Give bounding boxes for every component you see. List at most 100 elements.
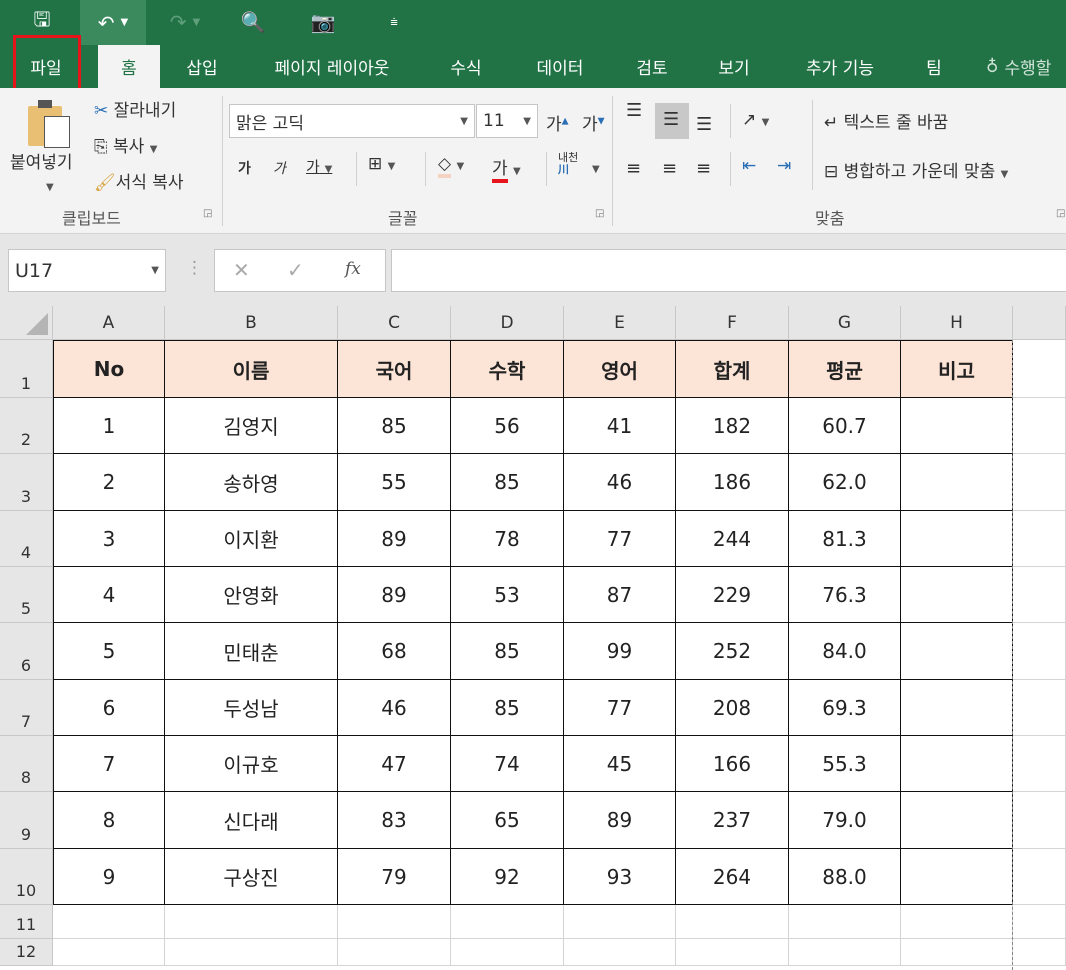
borders-button[interactable]: ⊞ ▼: [368, 154, 395, 174]
cell[interactable]: 구상진: [165, 849, 338, 905]
cell[interactable]: [901, 623, 1013, 680]
cell[interactable]: 84.0: [789, 623, 901, 680]
formula-input[interactable]: [391, 249, 1066, 292]
cell[interactable]: [901, 680, 1013, 736]
cell[interactable]: [1013, 454, 1066, 511]
cell[interactable]: 4: [53, 567, 165, 623]
cell[interactable]: 69.3: [789, 680, 901, 736]
dialog-launcher-icon[interactable]: ◲: [1056, 208, 1065, 219]
table-header-cell[interactable]: 합계: [676, 340, 789, 398]
merge-center-button[interactable]: ⊟ 병합하고 가운데 맞춤 ▼: [824, 157, 1008, 182]
cell[interactable]: 166: [676, 736, 789, 792]
shrink-font-button[interactable]: 가▼: [582, 110, 605, 135]
cell[interactable]: 81.3: [789, 511, 901, 567]
align-middle-button[interactable]: ☰: [655, 103, 689, 139]
cell[interactable]: [451, 905, 564, 939]
tab-page-layout[interactable]: 페이지 레이아웃: [256, 45, 408, 88]
cell[interactable]: [1013, 736, 1066, 792]
cell[interactable]: [165, 905, 338, 939]
cell[interactable]: 79.0: [789, 792, 901, 849]
cell[interactable]: [901, 792, 1013, 849]
cell[interactable]: 65: [451, 792, 564, 849]
cell[interactable]: [1013, 849, 1066, 905]
cell[interactable]: [789, 905, 901, 939]
row-header-7[interactable]: 7: [0, 680, 53, 736]
decrease-indent-icon[interactable]: ⇤: [742, 156, 756, 176]
print-preview-icon[interactable]: 🔍: [238, 6, 268, 38]
column-header-E[interactable]: E: [564, 306, 676, 340]
cell[interactable]: 85: [451, 454, 564, 511]
cell[interactable]: 55: [338, 454, 451, 511]
cell[interactable]: 92: [451, 849, 564, 905]
table-header-cell[interactable]: 비고: [901, 340, 1013, 398]
select-all-button[interactable]: [0, 306, 53, 340]
resize-handle-icon[interactable]: ⋮: [186, 258, 203, 278]
column-header-H[interactable]: H: [901, 306, 1013, 340]
enter-icon[interactable]: ✓: [287, 258, 304, 282]
font-name-select[interactable]: 맑은 고딕 ▼: [229, 104, 475, 138]
cell[interactable]: [53, 939, 165, 966]
cell[interactable]: [338, 905, 451, 939]
cell[interactable]: 1: [53, 398, 165, 454]
cell[interactable]: 두성남: [165, 680, 338, 736]
cell[interactable]: [564, 905, 676, 939]
cell[interactable]: 8: [53, 792, 165, 849]
cell[interactable]: [901, 849, 1013, 905]
row-header-6[interactable]: 6: [0, 623, 53, 680]
cell[interactable]: 85: [451, 623, 564, 680]
bold-button[interactable]: 가: [238, 158, 251, 178]
wrap-text-button[interactable]: ↵ 텍스트 줄 바꿈: [824, 108, 948, 133]
insert-function-icon[interactable]: fx: [345, 259, 361, 279]
orientation-button[interactable]: ↗ ▼: [742, 110, 769, 130]
cell[interactable]: 76.3: [789, 567, 901, 623]
customize-icon[interactable]: ⩧: [384, 6, 404, 38]
align-right-icon[interactable]: ≡: [696, 158, 711, 179]
redo-button[interactable]: ↷ ▼: [160, 6, 210, 38]
camera-icon[interactable]: 📷: [308, 6, 338, 38]
paste-icon[interactable]: [28, 100, 72, 150]
cell[interactable]: [789, 939, 901, 966]
cell[interactable]: 89: [564, 792, 676, 849]
paste-button[interactable]: 붙여넣기: [10, 148, 73, 173]
underline-button[interactable]: 가 ▼: [306, 156, 332, 177]
save-icon[interactable]: 🖫: [26, 6, 58, 38]
cell[interactable]: 237: [676, 792, 789, 849]
tell-me-box[interactable]: ♁ 수행할: [986, 45, 1066, 88]
align-top-icon[interactable]: ☰: [626, 100, 642, 121]
row-header-11[interactable]: 11: [0, 905, 53, 939]
column-header-A[interactable]: A: [53, 306, 165, 340]
cell[interactable]: 229: [676, 567, 789, 623]
table-header-cell[interactable]: No: [53, 340, 165, 398]
cell[interactable]: 2: [53, 454, 165, 511]
cell[interactable]: 85: [451, 680, 564, 736]
cell[interactable]: [901, 511, 1013, 567]
cell[interactable]: 79: [338, 849, 451, 905]
cancel-icon[interactable]: ✕: [233, 258, 250, 282]
align-bottom-icon[interactable]: ☰: [696, 114, 712, 135]
table-header-cell[interactable]: 영어: [564, 340, 676, 398]
copy-button[interactable]: ⎘ 복사 ▼: [94, 132, 157, 157]
cell[interactable]: 87: [564, 567, 676, 623]
cell[interactable]: 74: [451, 736, 564, 792]
name-box[interactable]: U17 ▼: [8, 249, 166, 292]
table-header-cell[interactable]: 수학: [451, 340, 564, 398]
cell[interactable]: [901, 905, 1013, 939]
table-header-cell[interactable]: 이름: [165, 340, 338, 398]
increase-indent-icon[interactable]: ⇥: [777, 156, 791, 176]
cell[interactable]: 55.3: [789, 736, 901, 792]
cell[interactable]: [1013, 398, 1066, 454]
phonetic-dropdown[interactable]: ▼: [592, 164, 600, 175]
align-left-icon[interactable]: ≡: [626, 158, 641, 179]
tab-add-ins[interactable]: 추가 기능: [788, 45, 892, 88]
cut-button[interactable]: ✂ 잘라내기: [94, 96, 176, 121]
row-header-12[interactable]: 12: [0, 939, 53, 966]
cell[interactable]: 62.0: [789, 454, 901, 511]
cell[interactable]: 53: [451, 567, 564, 623]
align-center-icon[interactable]: ≡: [662, 158, 677, 179]
tab-insert[interactable]: 삽입: [172, 45, 232, 88]
cell[interactable]: [1013, 623, 1066, 680]
tab-review[interactable]: 검토: [622, 45, 682, 88]
cell[interactable]: 이지환: [165, 511, 338, 567]
cell[interactable]: 송하영: [165, 454, 338, 511]
cell[interactable]: [676, 939, 789, 966]
